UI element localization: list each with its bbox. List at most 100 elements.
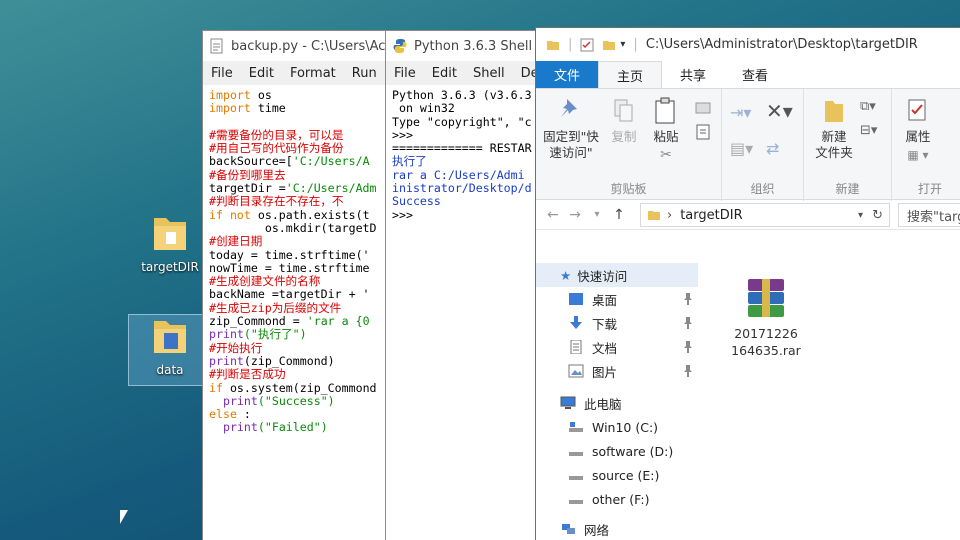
window-titlebar[interactable]: backup.py - C:\Users\Ac: [203, 31, 401, 61]
code-token: #生成创建文件的名称: [209, 274, 321, 289]
cut-icon[interactable]: ✂: [646, 147, 686, 163]
breadcrumb-current[interactable]: targetDIR: [680, 208, 742, 223]
nav-drive-c[interactable]: Win10 (C:): [536, 415, 698, 439]
back-arrow-icon[interactable]: ←: [542, 207, 564, 223]
easy-access-icon[interactable]: ⊟▾: [860, 123, 877, 138]
file-name-line2: 164635.rar: [731, 343, 801, 358]
window-title: C:\Users\Administrator\Desktop\targetDIR: [645, 37, 918, 52]
folder-icon: [547, 40, 559, 50]
delete-icon[interactable]: ✕▾: [766, 99, 793, 123]
address-bar-row: ← → ▾ ↑ › targetDIR ▾ ↻ 搜索"targ: [536, 200, 960, 230]
code-token: backName =targetDir + ': [209, 287, 370, 302]
python-icon: [393, 39, 407, 53]
code-editor[interactable]: import os import time #需要备份的目录，可以是 #用自己写的代…: [203, 85, 401, 439]
tab-view[interactable]: 查看: [724, 61, 786, 88]
forward-arrow-icon[interactable]: →: [564, 207, 586, 223]
open-icon[interactable]: ▦ ▾: [898, 147, 938, 163]
nav-this-pc[interactable]: 此电脑: [536, 391, 698, 415]
copy-to-icon[interactable]: ▤▾: [730, 139, 753, 158]
code-token: #判断是否成功: [209, 367, 286, 382]
idle-shell-window[interactable]: Python 3.6.3 Shell File Edit Shell Debu …: [385, 30, 545, 540]
chevron-down-icon[interactable]: ▾: [858, 210, 863, 221]
pin-icon: [561, 99, 577, 117]
code-token: #备份到哪里去: [209, 167, 286, 182]
code-line: Type "copyright", "c: [392, 115, 538, 129]
ribbon-group-open: 属性 ▦ ▾ 打开: [892, 89, 960, 201]
code-line: print(zip_Commond): [209, 354, 395, 368]
code-token: if: [209, 380, 223, 395]
nav-item-documents[interactable]: 文档: [536, 335, 698, 359]
folder-icon: [154, 218, 186, 250]
code-token: 'C:/Users/Adm: [285, 181, 377, 196]
copy-button[interactable]: 复制: [606, 97, 642, 145]
menu-shell[interactable]: Shell: [465, 66, 513, 81]
nav-drive-d[interactable]: software (D:): [536, 439, 698, 463]
nav-label: source (E:): [592, 467, 660, 483]
code-token: :: [236, 407, 251, 422]
properties-button[interactable]: 属性 ▦ ▾: [898, 97, 938, 163]
new-folder-quick-icon[interactable]: [602, 38, 616, 52]
code-token: os: [250, 88, 272, 102]
move-to-icon[interactable]: ⇥▾: [730, 103, 751, 122]
nav-label: 此电脑: [584, 396, 622, 412]
ribbon-group-label: 组织: [750, 182, 775, 196]
code-line: os.mkdir(targetD: [209, 221, 395, 235]
code-token: else: [209, 407, 237, 422]
code-line: on win32: [392, 102, 538, 115]
nav-network[interactable]: 网络: [536, 517, 698, 540]
file-item-rar[interactable]: 20171226 164635.rar: [716, 277, 816, 359]
chevron-down-icon[interactable]: ▾: [586, 209, 608, 220]
menu-file[interactable]: File: [203, 66, 241, 81]
nav-drive-f[interactable]: other (F:): [536, 487, 698, 511]
code-token: zip_Commond =: [209, 314, 307, 329]
new-item-icon[interactable]: ⧉▾: [860, 99, 876, 114]
paste-button[interactable]: 粘贴 ✂: [646, 97, 686, 163]
code-token: #需要备份的目录，可以是: [209, 127, 344, 142]
code-token: import: [209, 88, 251, 102]
desktop-icon-targetdir[interactable]: targetDIR: [128, 212, 212, 282]
nav-label: 网络: [584, 522, 610, 538]
code-token: 'C:/Users/A: [292, 154, 370, 169]
navigation-pane: ★ 快速访问 桌面 下载 文档 图片 此电脑 Win10 (C:) softwa…: [536, 263, 698, 540]
ribbon-group-label: 剪贴板: [610, 182, 647, 196]
rename-icon[interactable]: ⇄: [766, 139, 779, 158]
window-titlebar[interactable]: Python 3.6.3 Shell: [386, 31, 544, 61]
tab-home[interactable]: 主页: [598, 61, 663, 88]
search-input[interactable]: 搜索"targ: [898, 203, 960, 227]
tab-file[interactable]: 文件: [536, 61, 599, 88]
address-box[interactable]: › targetDIR ▾ ↻: [640, 203, 890, 227]
code-token: rar a C:/Users/Admi: [392, 167, 525, 182]
idle-editor-window[interactable]: backup.py - C:\Users\Ac File Edit Format…: [202, 30, 402, 540]
paste-shortcut-icon[interactable]: [694, 123, 712, 141]
window-titlebar[interactable]: | ▾ | C:\Users\Administrator\Desktop\tar…: [536, 28, 960, 61]
tab-share[interactable]: 共享: [662, 61, 724, 88]
nav-item-downloads[interactable]: 下载: [536, 311, 698, 335]
code-line: else :: [209, 407, 395, 422]
refresh-icon[interactable]: ↻: [872, 208, 883, 223]
nav-drive-e[interactable]: source (E:): [536, 463, 698, 487]
new-folder-button[interactable]: 新建 文件夹: [808, 97, 860, 161]
code-token: ("Success"): [257, 393, 335, 408]
folder-icon: [648, 211, 660, 220]
desktop-icon-data[interactable]: data: [128, 314, 212, 386]
menu-file[interactable]: File: [386, 66, 424, 81]
copy-path-icon[interactable]: [694, 101, 712, 117]
menu-run[interactable]: Run: [344, 66, 385, 81]
menu-edit[interactable]: Edit: [424, 66, 465, 81]
nav-quick-access[interactable]: ★ 快速访问: [536, 263, 698, 287]
code-line: today = time.strftime(': [209, 248, 395, 262]
up-arrow-icon[interactable]: ↑: [608, 207, 630, 223]
nav-item-desktop[interactable]: 桌面: [536, 287, 698, 311]
properties-quick-icon[interactable]: [580, 38, 594, 52]
menu-edit[interactable]: Edit: [241, 66, 282, 81]
shell-output[interactable]: Python 3.6.3 (v3.6.3 on win32 Type "copyr…: [386, 85, 544, 226]
mouse-cursor: [120, 510, 128, 524]
nav-item-pictures[interactable]: 图片: [536, 359, 698, 383]
code-token: ("Failed"): [257, 420, 328, 435]
chevron-down-icon[interactable]: ▾: [620, 39, 625, 50]
menu-format[interactable]: Format: [282, 66, 344, 81]
file-explorer-window[interactable]: | ▾ | C:\Users\Administrator\Desktop\tar…: [535, 27, 960, 540]
pin-quick-access-button[interactable]: 固定到"快 速访问": [538, 97, 604, 161]
code-line: #判断是否成功: [209, 368, 395, 381]
